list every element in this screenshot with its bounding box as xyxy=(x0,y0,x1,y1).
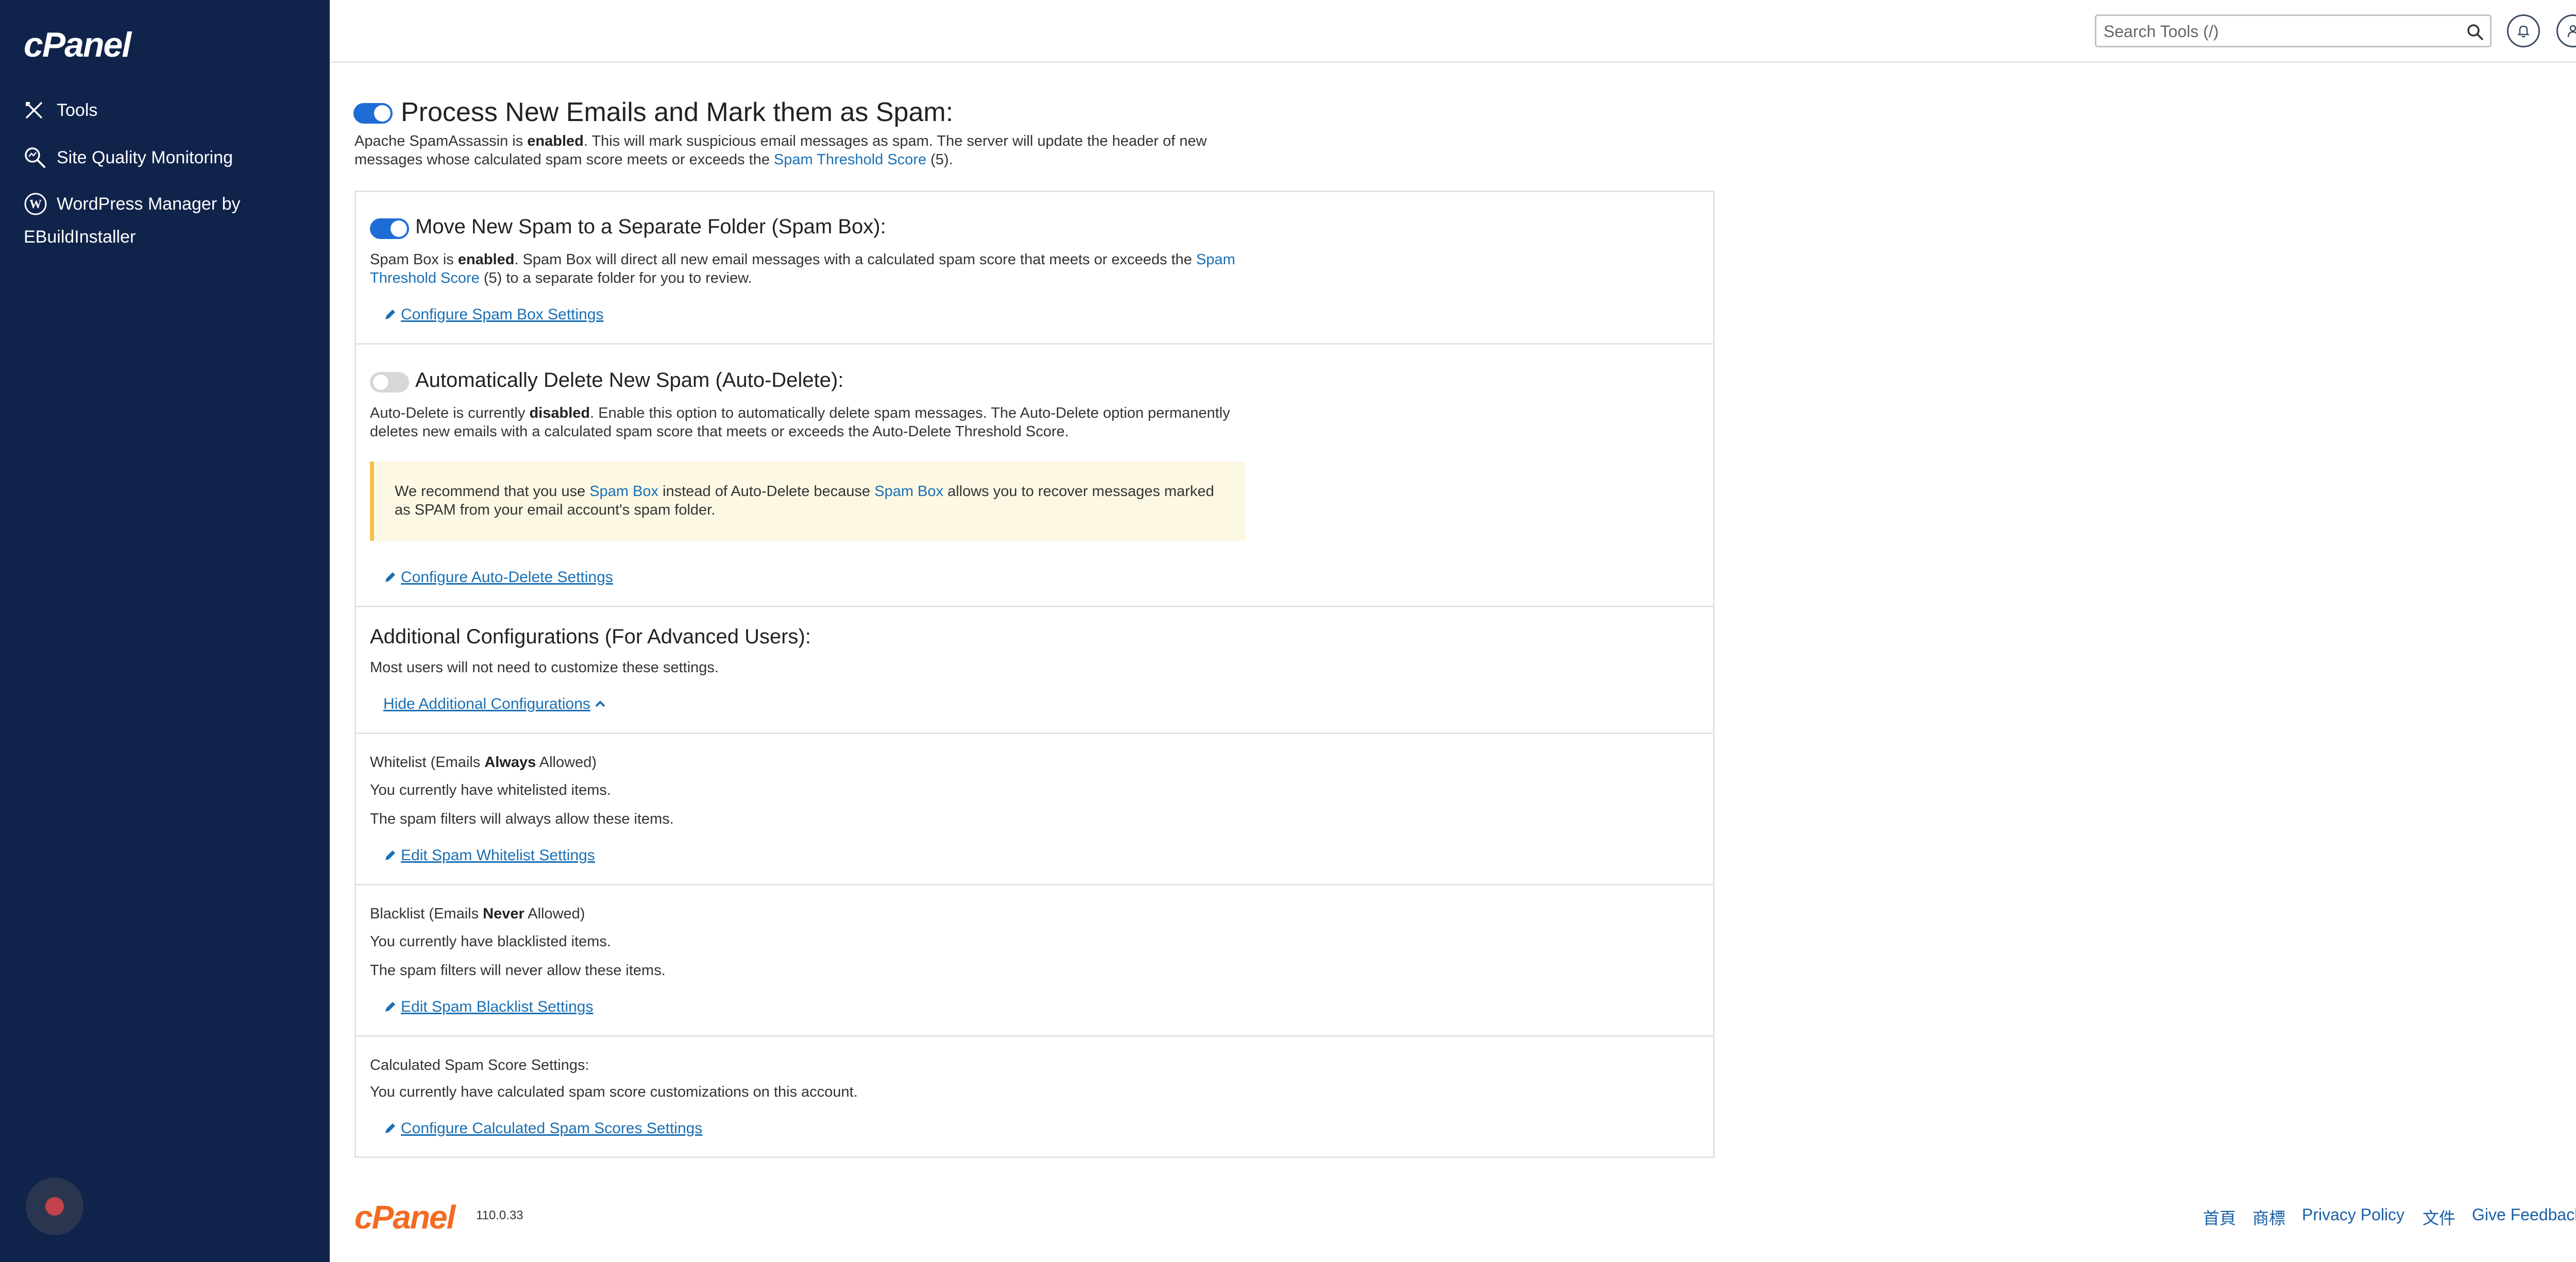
calculated-score-title: Calculated Spam Score Settings: xyxy=(370,1057,589,1073)
hide-additional-configurations-link[interactable]: Hide Additional Configurations xyxy=(383,695,606,713)
user-icon xyxy=(2567,25,2576,38)
search-chart-icon xyxy=(24,141,49,174)
edit-spam-blacklist-link[interactable]: Edit Spam Blacklist Settings xyxy=(383,998,594,1016)
footer-link-home[interactable]: 首頁 xyxy=(2203,1205,2236,1229)
configure-spam-box-link[interactable]: Configure Spam Box Settings xyxy=(383,306,604,323)
footer-link-give-feedback[interactable]: Give Feedback xyxy=(2472,1205,2576,1224)
search-box[interactable] xyxy=(2095,14,2492,47)
bell-icon xyxy=(2517,25,2530,38)
additional-config-description: Most users will not need to customize th… xyxy=(370,659,719,676)
sidebar-item-wordpress-manager[interactable]: W WordPress Manager by EBuildInstaller xyxy=(24,187,312,247)
pencil-icon xyxy=(385,1123,395,1133)
configure-calculated-spam-scores-link[interactable]: Configure Calculated Spam Scores Setting… xyxy=(383,1120,702,1137)
auto-delete-status: disabled xyxy=(529,405,590,421)
sidebar-item-label-line2: EBuildInstaller xyxy=(24,227,136,247)
process-spam-title: Process New Emails and Mark them as Spam… xyxy=(401,97,954,127)
search-icon[interactable] xyxy=(2466,23,2484,41)
whitelist-title: Whitelist (Emails Always Allowed) xyxy=(370,754,597,771)
section-divider xyxy=(354,343,1715,345)
spam-box-title: Move New Spam to a Separate Folder (Spam… xyxy=(415,215,886,238)
toggle-knob xyxy=(372,373,389,391)
wordpress-icon: W xyxy=(24,187,49,220)
section-divider xyxy=(354,732,1715,734)
spam-box-link[interactable]: Spam Box xyxy=(589,483,658,500)
chat-status-icon xyxy=(45,1197,64,1216)
sidebar-item-label: WordPress Manager by xyxy=(57,194,241,214)
pencil-icon xyxy=(385,310,395,319)
chat-button[interactable] xyxy=(26,1178,83,1235)
auto-delete-description: Auto-Delete is currently disabled. Enabl… xyxy=(370,405,1230,440)
recommendation-text: We recommend that you use Spam Box inste… xyxy=(395,483,1214,518)
cpanel-logo[interactable]: cPanel xyxy=(24,25,131,65)
sidebar-item-site-quality-monitoring[interactable]: Site Quality Monitoring xyxy=(24,141,233,174)
toggle-knob xyxy=(391,220,407,237)
auto-delete-toggle[interactable] xyxy=(370,372,409,393)
spam-box-link[interactable]: Spam Box xyxy=(874,483,943,500)
notifications-button[interactable] xyxy=(2507,14,2540,47)
blacklist-status: You currently have blacklisted items. xyxy=(370,933,611,950)
edit-spam-whitelist-link[interactable]: Edit Spam Whitelist Settings xyxy=(383,847,595,864)
sidebar-item-tools[interactable]: Tools xyxy=(24,94,97,127)
process-spam-toggle[interactable] xyxy=(353,103,393,124)
pencil-icon xyxy=(385,572,395,582)
whitelist-description: The spam filters will always allow these… xyxy=(370,811,674,827)
pencil-icon xyxy=(385,1002,395,1012)
footer-cpanel-logo[interactable]: cPanel xyxy=(354,1198,455,1236)
section-divider xyxy=(354,606,1715,607)
sidebar: cPanel Tools Site Quality Monitoring W W… xyxy=(0,0,330,1262)
user-menu-button[interactable] xyxy=(2556,14,2576,47)
blacklist-description: The spam filters will never allow these … xyxy=(370,962,666,979)
spam-box-description: Spam Box is enabled. Spam Box will direc… xyxy=(370,251,1235,286)
spamassassin-status: enabled xyxy=(527,133,584,149)
toggle-knob xyxy=(374,105,391,122)
footer-link-documentation[interactable]: 文件 xyxy=(2422,1205,2455,1229)
pencil-icon xyxy=(385,850,395,860)
configure-auto-delete-link[interactable]: Configure Auto-Delete Settings xyxy=(383,569,613,586)
tools-icon xyxy=(24,94,49,127)
chevron-up-icon xyxy=(595,701,605,707)
svg-text:W: W xyxy=(29,198,42,211)
top-bar xyxy=(330,0,2576,63)
process-spam-description: Apache SpamAssassin is enabled. This wil… xyxy=(354,133,1207,168)
search-input[interactable] xyxy=(2104,20,2454,43)
auto-delete-title: Automatically Delete New Spam (Auto-Dele… xyxy=(415,369,844,391)
spam-box-toggle[interactable] xyxy=(370,218,409,239)
sidebar-item-label: Tools xyxy=(57,100,98,120)
version-number: 110.0.33 xyxy=(476,1208,523,1222)
calculated-score-status: You currently have calculated spam score… xyxy=(370,1084,858,1100)
spam-threshold-link[interactable]: Spam Threshold Score xyxy=(774,151,926,168)
whitelist-status: You currently have whitelisted items. xyxy=(370,782,611,798)
sidebar-item-label: Site Quality Monitoring xyxy=(57,148,233,167)
spam-box-status: enabled xyxy=(457,251,515,268)
footer-link-trademarks[interactable]: 商標 xyxy=(2252,1205,2285,1229)
footer-link-privacy-policy[interactable]: Privacy Policy xyxy=(2302,1205,2404,1224)
additional-config-title: Additional Configurations (For Advanced … xyxy=(370,625,811,648)
section-divider xyxy=(354,884,1715,885)
blacklist-title: Blacklist (Emails Never Allowed) xyxy=(370,906,585,922)
section-divider xyxy=(354,1035,1715,1037)
